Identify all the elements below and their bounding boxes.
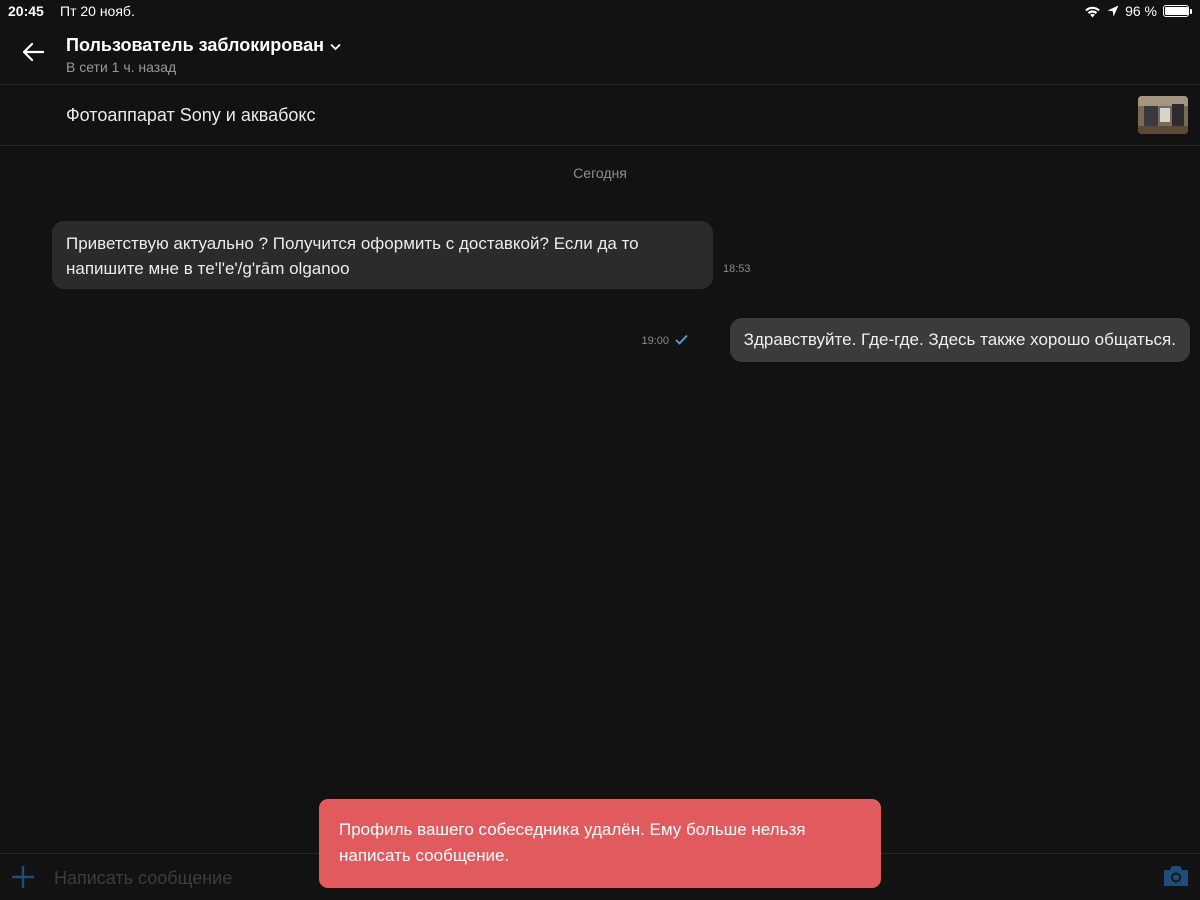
chevron-down-icon <box>330 35 341 56</box>
plus-icon <box>10 866 36 894</box>
contact-name-dropdown[interactable]: Пользователь заблокирован <box>66 35 341 56</box>
wifi-icon <box>1084 5 1101 18</box>
battery-percent: 96 % <box>1125 3 1157 19</box>
date-separator: Сегодня <box>573 165 627 181</box>
chat-header: Пользователь заблокирован В сети 1 ч. на… <box>0 24 1200 85</box>
add-attachment-button[interactable] <box>10 864 36 890</box>
status-date: Пт 20 нояб. <box>60 3 135 19</box>
camera-icon <box>1162 866 1190 892</box>
back-arrow-icon <box>22 42 45 67</box>
listing-thumbnail[interactable] <box>1138 96 1188 134</box>
location-arrow-icon <box>1107 5 1119 17</box>
outgoing-message-time: 19:00 <box>641 335 669 347</box>
check-icon <box>675 334 688 348</box>
listing-bar[interactable]: Фотоаппарат Sony и аквабокс <box>0 85 1200 146</box>
contact-name: Пользователь заблокирован <box>66 35 325 55</box>
back-button[interactable] <box>18 39 48 69</box>
outgoing-message-meta: 19:00 <box>641 334 688 348</box>
incoming-message-time: 18:53 <box>723 263 751 275</box>
status-indicators: 96 % <box>1084 3 1192 19</box>
listing-title: Фотоаппарат Sony и аквабокс <box>66 105 316 125</box>
error-toast: Профиль вашего собеседника удалён. Ему б… <box>319 799 881 888</box>
outgoing-message-bubble[interactable]: Здравствуйте. Где-где. Здесь также хорош… <box>729 318 1190 362</box>
incoming-message-bubble[interactable]: Приветствую актуально ? Получится оформи… <box>52 221 713 289</box>
online-status: В сети 1 ч. назад <box>66 59 177 75</box>
status-bar: 20:45 Пт 20 нояб. 96 % <box>0 0 1200 24</box>
camera-button[interactable] <box>1162 864 1190 890</box>
battery-icon <box>1163 5 1189 17</box>
battery-level <box>1165 7 1189 15</box>
chat-screen: 20:45 Пт 20 нояб. 96 % Пользователь забл… <box>0 0 1200 900</box>
battery-tip <box>1190 8 1192 14</box>
status-time: 20:45 <box>8 3 44 19</box>
